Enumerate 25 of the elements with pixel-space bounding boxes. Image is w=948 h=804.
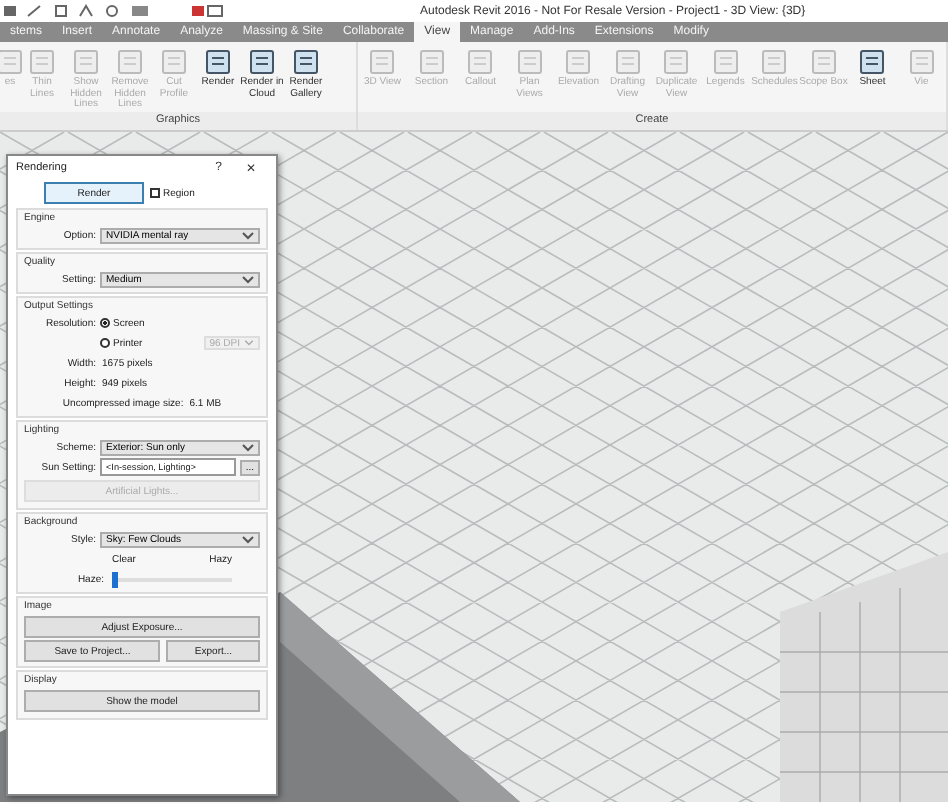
window-icon [116, 48, 144, 76]
window-icon [564, 48, 593, 76]
window-icon [466, 48, 495, 76]
window-icon [72, 48, 100, 76]
window-icon [613, 48, 642, 76]
chevron-down-icon [242, 275, 254, 283]
chevron-down-icon [242, 231, 254, 239]
chevron-down-icon [242, 535, 254, 543]
window-icon [858, 48, 887, 76]
window-icon [248, 48, 276, 76]
window-icon [662, 48, 691, 76]
chevron-down-icon [244, 340, 254, 346]
window-icon [417, 48, 446, 76]
window-icon [292, 48, 320, 76]
window-icon [368, 48, 397, 76]
window-icon [515, 48, 544, 76]
haze-slider[interactable] [112, 571, 118, 587]
chevron-down-icon [242, 443, 254, 451]
window-icon [28, 48, 56, 76]
window-icon [760, 48, 789, 76]
window-icon [204, 48, 232, 76]
window-icon [907, 48, 936, 76]
window-icon [809, 48, 838, 76]
window-icon [711, 48, 740, 76]
window-icon [160, 48, 188, 76]
